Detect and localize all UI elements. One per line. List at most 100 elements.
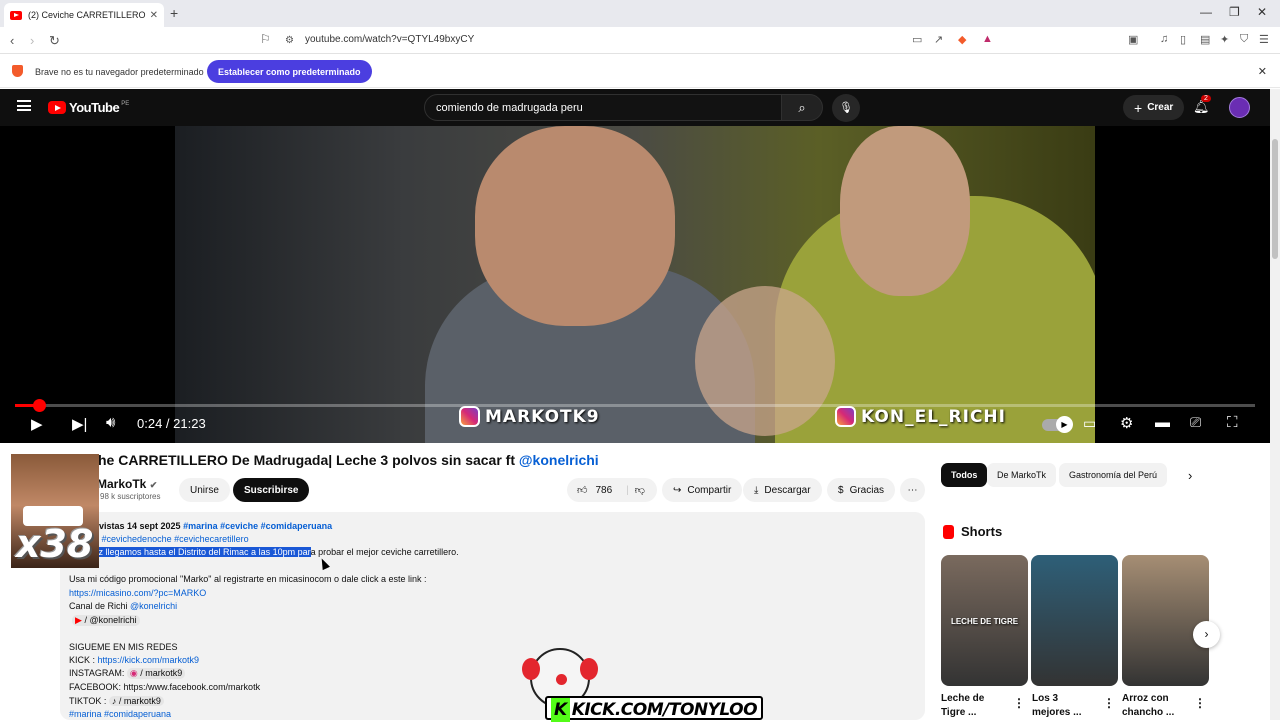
short-title[interactable]: Los 3 mejores ... <box>1032 692 1081 720</box>
short-more-icon[interactable]: ⋮ <box>1103 696 1115 710</box>
like-icon[interactable]: 👍︎ <box>577 484 587 496</box>
dislike-icon[interactable]: 👎︎ <box>635 484 645 496</box>
bookmark-icon[interactable]: ⚐ <box>260 32 271 46</box>
new-tab-icon[interactable]: + <box>170 5 178 21</box>
host-left-face <box>475 126 675 326</box>
cast-icon[interactable]: ⎚ <box>1190 414 1201 431</box>
browser-tab[interactable]: (2) Ceviche CARRETILLERO De Madrugada ✕ <box>4 3 164 27</box>
url-field[interactable]: youtube.com/watch?v=QTYL49bxyCY <box>305 34 474 45</box>
reload-icon[interactable]: ↻ <box>49 33 60 49</box>
brave-rewards-icon[interactable]: ▲ <box>982 33 993 45</box>
counter-overlay: x38 <box>11 454 99 568</box>
clown-hair-right <box>580 658 598 680</box>
forward-icon[interactable]: › <box>30 33 34 48</box>
richi-handle-link[interactable]: @konelrichi <box>130 601 177 611</box>
tiktok-label: TIKTOK : <box>69 696 109 706</box>
search-button[interactable]: ⌕ <box>781 94 823 121</box>
set-default-button[interactable]: Establecer como predeterminado <box>207 60 372 83</box>
thanks-button[interactable]: $ Gracias <box>827 478 896 502</box>
reader-mode-icon[interactable]: ▣ <box>1128 33 1138 46</box>
clown-nose <box>556 674 567 685</box>
progress-bar[interactable] <box>15 399 1255 412</box>
theater-mode-icon[interactable]: ▬ <box>1155 414 1170 431</box>
wallet-icon[interactable]: ▤ <box>1200 33 1210 46</box>
host-right-face <box>840 126 970 296</box>
chip-all[interactable]: Todos <box>941 463 988 487</box>
window-close-icon[interactable]: ✕ <box>1257 5 1267 19</box>
leo-ai-icon[interactable]: ✦ <box>1220 33 1229 46</box>
fullscreen-icon[interactable]: ⛶ <box>1227 414 1238 431</box>
chips-next-icon[interactable]: › <box>1188 468 1192 483</box>
more-actions-icon[interactable]: ⋯ <box>900 478 925 502</box>
share-button[interactable]: ↪ Compartir <box>662 478 743 502</box>
tiktok-chip[interactable]: ♪ / markotk9 <box>108 696 164 706</box>
hashtags-top[interactable]: #marina #ceviche #comidaperuana <box>183 521 332 531</box>
shorts-heading: Shorts <box>943 524 1002 539</box>
volume-icon[interactable]: 🔊︎ <box>106 414 115 431</box>
play-icon[interactable]: ▶ <box>31 415 43 433</box>
kick-link[interactable]: https://kick.com/markotk9 <box>98 655 200 665</box>
voice-search-icon[interactable]: 🎙 <box>832 94 860 122</box>
media-icon[interactable]: ♫ <box>1160 33 1168 45</box>
page-scrollbar[interactable] <box>1270 89 1280 720</box>
infobar-close-icon[interactable]: ✕ <box>1258 65 1267 78</box>
notifications-bell-icon[interactable]: 🔔︎ 2 <box>1193 95 1211 115</box>
short-thumbnail[interactable] <box>1122 555 1209 686</box>
join-button[interactable]: Unirse <box>179 478 230 502</box>
short-more-icon[interactable]: ⋮ <box>1013 696 1025 710</box>
video-player[interactable]: MARKOTK9 KON_EL_RICHI ▶ ▶| 🔊︎ 0:24 / 21:… <box>0 126 1270 443</box>
youtube-favicon-icon <box>10 10 22 20</box>
short-more-icon[interactable]: ⋮ <box>1194 696 1206 710</box>
autoplay-toggle[interactable] <box>1042 416 1073 433</box>
sidebar-icon[interactable]: ▯ <box>1180 33 1186 46</box>
browser-menu-icon[interactable]: ☰ <box>1259 33 1269 46</box>
subtitles-icon[interactable]: ▭ <box>1083 415 1096 432</box>
share-icon: ↪ <box>673 484 682 496</box>
short-thumbnail[interactable] <box>1031 555 1118 686</box>
site-info-icon[interactable]: ⚙ <box>285 35 294 46</box>
brave-shields-icon[interactable]: ◆ <box>958 33 966 46</box>
shorts-heading-text: Shorts <box>961 524 1003 539</box>
title-mention-link[interactable]: @konelrichi <box>519 452 599 468</box>
cast-page-icon[interactable]: ▭ <box>912 33 922 46</box>
promo-text: Usa mi código promocional "Marko" al reg… <box>69 574 427 584</box>
youtube-small-icon: ▶ <box>75 615 82 625</box>
create-button[interactable]: + Crear <box>1123 95 1185 120</box>
brave-logo-icon <box>12 65 23 77</box>
restore-icon[interactable]: ❐ <box>1229 5 1240 19</box>
shorts-icon <box>943 524 954 539</box>
guide-menu-icon[interactable] <box>17 100 31 111</box>
instagram-chip[interactable]: ◉ / markotk9 <box>126 668 186 679</box>
hashtags-ceviche[interactable]: #cevichedenoche #cevichecaretillero <box>102 534 249 544</box>
download-button[interactable]: ⤓ Descargar <box>743 478 822 502</box>
channel-name[interactable]: MarkoTk ✔ <box>97 477 157 491</box>
hashtags-bottom[interactable]: #marina #comidaperuana <box>69 709 171 719</box>
shorts-next-icon[interactable]: › <box>1193 621 1220 648</box>
youtube-header: YouTube PE comiendo de madrugada peru ⌕ … <box>0 89 1280 126</box>
share-page-icon[interactable]: ↗ <box>934 33 943 46</box>
short-title[interactable]: Leche de Tigre ... <box>941 692 984 720</box>
settings-gear-icon[interactable]: ⚙ <box>1120 414 1133 432</box>
minimize-icon[interactable]: — <box>1200 5 1212 19</box>
infobar-message: Brave no es tu navegador predeterminado <box>35 67 204 77</box>
next-icon[interactable]: ▶| <box>72 415 87 433</box>
richi-youtube-chip[interactable]: ▶ / @konelrichi <box>72 615 140 626</box>
verified-icon: ✔ <box>149 480 158 490</box>
scrubber-knob[interactable] <box>33 399 46 412</box>
promo-link[interactable]: https://micasino.com/?pc=MARKO <box>69 588 206 598</box>
search-input[interactable]: comiendo de madrugada peru <box>424 94 782 121</box>
subscribe-button[interactable]: Suscribirse <box>233 478 310 502</box>
chip-gastronomy[interactable]: Gastronomía del Perú <box>1059 463 1168 487</box>
short-title[interactable]: Arroz con chancho ... <box>1122 692 1174 720</box>
back-icon[interactable]: ‹ <box>10 33 14 48</box>
kick-url-text: KICK.COM/TONYLOO <box>571 700 758 720</box>
account-avatar[interactable] <box>1229 97 1250 118</box>
scrollbar-thumb[interactable] <box>1272 139 1278 259</box>
youtube-logo[interactable]: YouTube PE <box>48 100 129 115</box>
tab-close-icon[interactable]: ✕ <box>150 10 158 21</box>
short-thumbnail[interactable]: LECHE DE TIGRE <box>941 555 1028 686</box>
short-overlay-text: LECHE DE TIGRE <box>950 617 1019 626</box>
chip-from-channel[interactable]: De MarkoTk <box>987 463 1057 487</box>
vpn-icon[interactable]: ⛉ <box>1240 33 1248 46</box>
description-first-line: vez llegamos hasta el Distrito del Rimac… <box>89 547 459 557</box>
